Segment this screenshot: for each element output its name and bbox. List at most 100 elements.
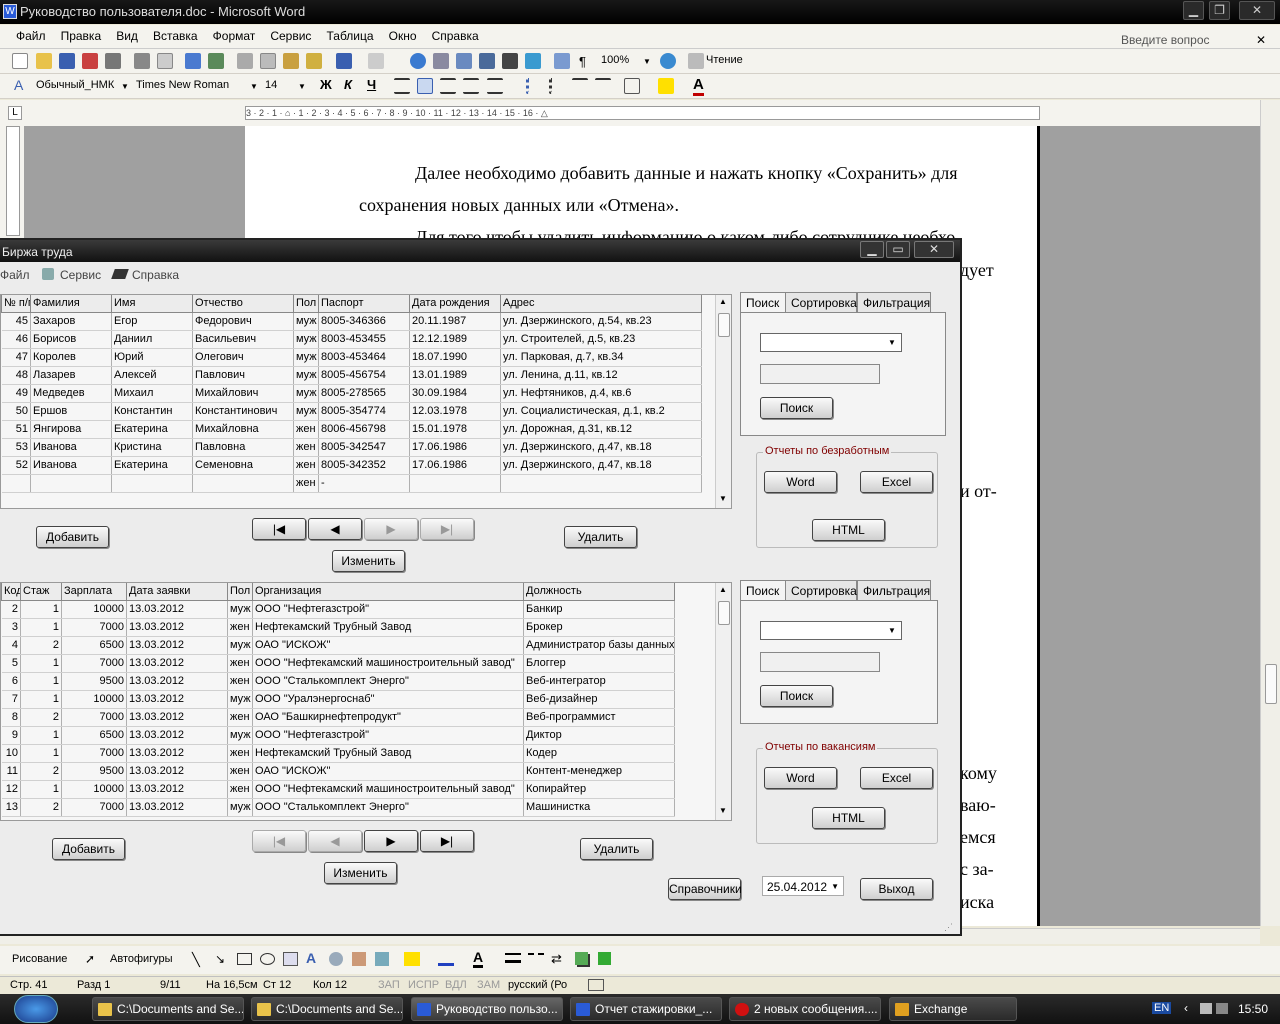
table-cell[interactable]: 8005-456754	[318, 366, 410, 385]
table-cell[interactable]: 13.03.2012	[126, 726, 228, 745]
table-cell[interactable]: муж	[293, 330, 319, 349]
permission-icon[interactable]	[82, 53, 98, 69]
table-cell[interactable]: 10000	[61, 600, 127, 619]
select-objects-icon[interactable]: ➚	[85, 952, 95, 966]
draw-menu[interactable]: Рисование	[12, 953, 67, 965]
zoom-select[interactable]: 100%	[601, 54, 629, 66]
table-cell[interactable]: ООО "Сталькомплект Энерго"	[252, 798, 524, 817]
hyperlink-icon[interactable]	[410, 53, 426, 69]
table-cell[interactable]: Банкир	[523, 600, 675, 619]
table-cell[interactable]: 8003-453464	[318, 348, 410, 367]
table-row[interactable]: 52 Иванова Екатерина Семеновна жен 8005-34235…	[1, 456, 702, 475]
column-header[interactable]: Код	[1, 583, 21, 601]
table-cell[interactable]: ул. Строителей, д.5, кв.23	[500, 330, 702, 349]
menu-table[interactable]: Таблица	[321, 25, 380, 47]
task-item-opera[interactable]: 2 новых сообщения....	[729, 997, 881, 1021]
menu-insert[interactable]: Вставка	[147, 25, 204, 47]
table-cell[interactable]: Администратор базы данных	[523, 636, 675, 655]
tray-expand-icon[interactable]: ‹	[1184, 1001, 1188, 1015]
table-cell[interactable]: 8005-342547	[318, 438, 410, 457]
tables-borders-icon[interactable]	[433, 53, 449, 69]
arrow-icon[interactable]: ↘	[215, 952, 225, 966]
help-icon[interactable]	[660, 53, 676, 69]
spelling-status-icon[interactable]	[588, 979, 604, 991]
table-cell[interactable]: 1	[20, 600, 62, 619]
table-cell[interactable]: Егор	[111, 312, 193, 331]
task-item-explorer-2[interactable]: C:\Documents and Se...	[251, 997, 403, 1021]
autoshapes-menu[interactable]: Автофигуры	[110, 953, 173, 965]
table-cell[interactable]: 45	[1, 312, 31, 331]
table-cell[interactable]: жен	[227, 744, 253, 763]
table-cell[interactable]: 13.03.2012	[126, 600, 228, 619]
ask-question-box[interactable]: Введите вопрос	[1115, 29, 1216, 51]
column-header[interactable]: Должность	[523, 583, 675, 601]
table-cell[interactable]: 6500	[61, 726, 127, 745]
oval-icon[interactable]	[260, 953, 275, 965]
table-cell[interactable]: 20.11.1987	[409, 312, 501, 331]
table-cell[interactable]: 13.03.2012	[126, 636, 228, 655]
zoom-dropdown-icon[interactable]: ▼	[643, 57, 651, 66]
open-folder-icon[interactable]	[36, 53, 52, 69]
minimize-button[interactable]: ▁	[1183, 1, 1204, 20]
table-row[interactable]: 53 Иванова Кристина Павловна жен 8005-342547 1…	[1, 438, 702, 457]
table-cell[interactable]: 7000	[61, 708, 127, 727]
column-header[interactable]: Адрес	[500, 295, 702, 313]
highlight-icon[interactable]	[658, 78, 674, 94]
table-cell[interactable]: 1	[20, 726, 62, 745]
fill-color-icon[interactable]	[404, 952, 420, 966]
table-cell[interactable]: Медведев	[30, 384, 112, 403]
table-cell[interactable]: 12.12.1989	[409, 330, 501, 349]
spelling-icon[interactable]	[185, 53, 201, 69]
column-header[interactable]: Паспорт	[318, 295, 410, 313]
table-cell[interactable]: 8003-453455	[318, 330, 410, 349]
table-cell[interactable]: 7000	[61, 798, 127, 817]
table-cell[interactable]: ул. Дорожная, д.31, кв.12	[500, 420, 702, 439]
borders-icon[interactable]	[624, 78, 640, 94]
table-row[interactable]: 2 1 10000 13.03.2012 муж ООО "Нефтегазстрой" Б…	[1, 600, 675, 619]
status-trk[interactable]: ИСПР	[408, 979, 439, 991]
arrow-style-icon[interactable]: ⇄	[551, 951, 562, 967]
shadow-icon[interactable]	[575, 952, 588, 965]
size-dropdown-icon[interactable]: ▼	[298, 82, 306, 91]
table-cell[interactable]: 1	[20, 744, 62, 763]
prev-record-button[interactable]: ◀	[308, 518, 362, 540]
table-cell[interactable]: ул. Дзержинского, д.47, кв.18	[500, 438, 702, 457]
table-cell[interactable]: 1	[20, 780, 62, 799]
table-cell[interactable]	[500, 474, 702, 493]
scroll-down-icon[interactable]: ▼	[719, 806, 727, 815]
first-record-button[interactable]: |◀	[252, 518, 306, 540]
table-cell[interactable]: 15.01.1978	[409, 420, 501, 439]
table-cell[interactable]: 2	[20, 798, 62, 817]
line-spacing-icon[interactable]	[487, 78, 503, 94]
table-cell[interactable]: 6500	[61, 636, 127, 655]
vacancy-next-button[interactable]: ▶	[364, 830, 418, 852]
tab-stop-selector[interactable]: L	[8, 106, 22, 120]
table-cell[interactable]: Михайловна	[192, 420, 294, 439]
menu-edit[interactable]: Правка	[55, 25, 108, 47]
table-row[interactable]: 6 1 9500 13.03.2012 жен ООО "Сталькомплект Эн…	[1, 672, 675, 691]
new-document-icon[interactable]	[12, 53, 28, 69]
column-header[interactable]: Фамилия	[30, 295, 112, 313]
drawing-icon[interactable]	[525, 53, 541, 69]
table-cell[interactable]: 12	[1, 780, 21, 799]
table-cell[interactable]: 13.01.1989	[409, 366, 501, 385]
table-cell[interactable]: 8005-346366	[318, 312, 410, 331]
table-cell[interactable]: Нефтекамский Трубный Завод	[252, 744, 524, 763]
ruler-scale[interactable]: 3 · 2 · 1 · ⌂ · 1 · 2 · 3 · 4 · 5 · 6 · …	[245, 106, 1040, 120]
bullets-icon[interactable]	[549, 78, 565, 94]
status-rec[interactable]: ЗАП	[378, 979, 400, 991]
clipart-icon[interactable]	[352, 952, 366, 966]
table-cell[interactable]: 13.03.2012	[126, 654, 228, 673]
column-header[interactable]: Зарплата	[61, 583, 127, 601]
table-cell[interactable]: 2	[20, 636, 62, 655]
column-header[interactable]: Имя	[111, 295, 193, 313]
research-icon[interactable]	[208, 53, 224, 69]
column-header[interactable]: Пол	[293, 295, 319, 313]
table-cell[interactable]: жен	[293, 474, 319, 493]
edit-vacancy-button[interactable]: Изменить	[324, 862, 397, 884]
table-cell[interactable]: Павлович	[192, 366, 294, 385]
table-cell[interactable]: ООО "Нефтегазстрой"	[252, 600, 524, 619]
table-cell[interactable]: ул. Социалистическая, д.1, кв.2	[500, 402, 702, 421]
app-maximize-button[interactable]: ▭	[886, 241, 910, 258]
resize-grip-icon[interactable]: ⋰	[944, 922, 953, 933]
